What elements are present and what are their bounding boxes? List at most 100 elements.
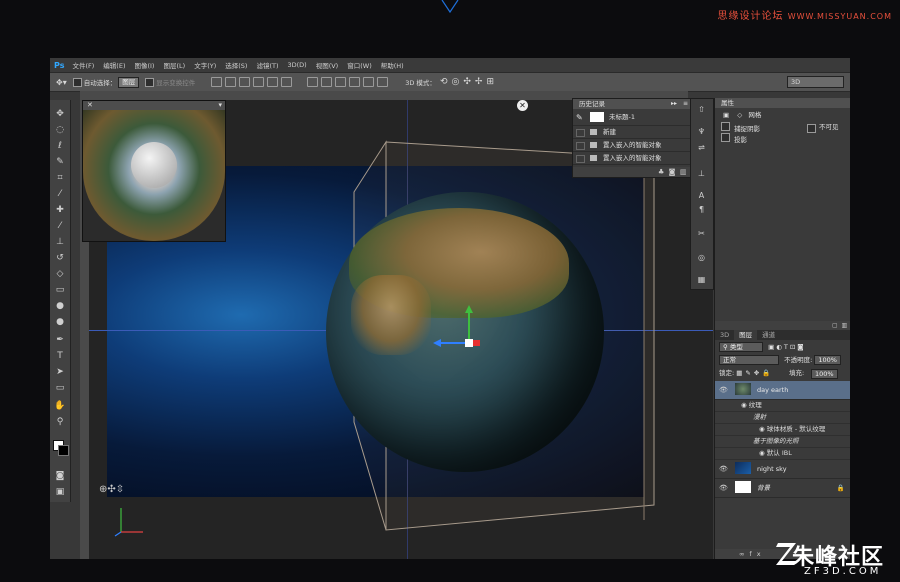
eye-icon[interactable]: ◉	[741, 401, 747, 409]
menu-file[interactable]: 文件(F)	[72, 60, 94, 70]
workspace-dropdown[interactable]: 3D	[787, 76, 844, 88]
menu-3d[interactable]: 3D(D)	[287, 61, 306, 69]
3d-roll-icon[interactable]: ◎	[451, 77, 459, 87]
scene-icon[interactable]: ◇	[737, 111, 742, 119]
healing-tool-icon[interactable]: ✚	[54, 204, 66, 216]
history-brush-icon[interactable]: ↺	[54, 252, 66, 264]
type-tool-icon[interactable]: T	[54, 350, 66, 362]
link-layers-icon[interactable]: ∞	[739, 550, 749, 558]
eye-icon[interactable]: ◉	[759, 425, 765, 433]
history-panel-icon[interactable]: ⇧	[696, 105, 707, 114]
layer-sub-item[interactable]: ◉ 球体材质 - 默认纹理	[715, 424, 850, 436]
render-icon[interactable]: ▢	[832, 322, 838, 329]
eye-icon[interactable]: ◉	[759, 449, 765, 457]
layer-row-day-earth[interactable]: 👁 day earth	[715, 381, 850, 400]
zoom-tool-icon[interactable]: ⚲	[54, 416, 66, 428]
history-source-checkbox[interactable]	[576, 129, 585, 137]
eye-icon[interactable]: 👁	[719, 460, 728, 478]
fx-icon[interactable]: fx	[749, 550, 765, 558]
menu-view[interactable]: 视图(V)	[316, 60, 339, 70]
layer-filter-icons[interactable]: ▣◐T⊡◙	[768, 343, 806, 351]
invisible-checkbox[interactable]	[807, 124, 816, 133]
clone-source-icon[interactable]: ⊥	[696, 169, 707, 178]
menu-window[interactable]: 窗口(W)	[347, 60, 372, 70]
shadow-checkbox[interactable]	[721, 133, 730, 142]
distribute-right-icon[interactable]	[377, 77, 389, 87]
blur-tool-icon[interactable]: ●	[54, 300, 66, 312]
dodge-tool-icon[interactable]: ●	[54, 316, 66, 328]
close-icon[interactable]: ✕	[87, 101, 93, 109]
brush-panel-icon[interactable]: ♆	[696, 127, 707, 136]
show-transform-checkbox[interactable]	[145, 77, 155, 87]
align-hcenter-icon[interactable]	[267, 77, 279, 87]
distribute-hcenter-icon[interactable]	[363, 77, 375, 87]
brush-tool-icon[interactable]: ⁄	[54, 220, 66, 232]
menu-select[interactable]: 选择(S)	[225, 60, 247, 70]
fill-field[interactable]: 100%	[811, 369, 838, 379]
opacity-field[interactable]: 100%	[814, 355, 841, 365]
menu-filter[interactable]: 滤镜(T)	[256, 60, 278, 70]
properties-panel-tab[interactable]: 属性	[715, 98, 850, 108]
character-panel-icon[interactable]: A	[696, 191, 707, 200]
lasso-tool-icon[interactable]: ℓ	[54, 140, 66, 152]
layer-sub-item[interactable]: ◉ 默认 IBL	[715, 448, 850, 460]
auto-select-checkbox[interactable]	[72, 77, 82, 87]
lock-icons[interactable]: ▦✎✥🔒	[736, 369, 773, 377]
distribute-vcenter-icon[interactable]	[321, 77, 333, 87]
adjust-panel-icon[interactable]: ⇌	[696, 143, 707, 152]
shape-tool-icon[interactable]: ▭	[54, 382, 66, 394]
secondary-view-window[interactable]: ✕ ▾	[82, 100, 226, 242]
3d-scale-icon[interactable]: ⊞	[486, 77, 494, 87]
eye-icon[interactable]: 👁	[719, 479, 728, 497]
history-item[interactable]: 新建	[573, 126, 691, 139]
history-source-checkbox[interactable]	[576, 155, 585, 163]
eyedropper-tool-icon[interactable]: ⁄	[54, 188, 66, 200]
move-tool-preset[interactable]: ✥▾	[56, 78, 67, 87]
panel-collapse-icon[interactable]: ▸▸	[671, 99, 677, 109]
auto-select-dropdown[interactable]: 图层	[118, 76, 140, 88]
quick-select-tool-icon[interactable]: ✎	[54, 156, 66, 168]
gradient-tool-icon[interactable]: ▭	[54, 284, 66, 296]
tab-channels[interactable]: 通道	[757, 330, 780, 340]
distribute-bottom-icon[interactable]	[335, 77, 347, 87]
3d-pan-icon[interactable]: ✣	[463, 77, 471, 87]
close-icon[interactable]: ✕	[517, 100, 528, 111]
eraser-tool-icon[interactable]: ◇	[54, 268, 66, 280]
screen-mode-icon[interactable]: ▣	[54, 486, 66, 498]
path-select-icon[interactable]: ➤	[54, 366, 66, 378]
menu-help[interactable]: 帮助(H)	[381, 60, 404, 70]
3d-axis-gizmo[interactable]	[429, 305, 509, 365]
distribute-top-icon[interactable]	[307, 77, 319, 87]
cast-shadow-checkbox[interactable]	[721, 122, 730, 131]
hand-tool-icon[interactable]: ✋	[54, 400, 66, 412]
eye-icon[interactable]: 👁	[719, 381, 728, 399]
trash-icon[interactable]: ▥	[842, 322, 848, 329]
crop-tool-icon[interactable]: ⌗	[54, 172, 66, 184]
align-right-icon[interactable]	[281, 77, 293, 87]
paragraph-panel-icon[interactable]: ¶	[696, 205, 707, 214]
tools-preset-icon[interactable]: ✂	[696, 229, 707, 238]
view-menu-icon[interactable]: ▾	[218, 101, 222, 109]
pen-tool-icon[interactable]: ✒	[54, 334, 66, 346]
history-item[interactable]: 置入嵌入的智能对象	[573, 152, 691, 165]
trash-icon[interactable]: ▥	[680, 168, 687, 176]
menu-type[interactable]: 文字(Y)	[194, 60, 216, 70]
camera-icon[interactable]: ◙	[669, 168, 676, 176]
distribute-left-icon[interactable]	[349, 77, 361, 87]
history-snapshot[interactable]: ✎ 未标题-1	[573, 109, 691, 126]
tab-layers[interactable]: 图层	[734, 330, 758, 340]
panel-menu-icon[interactable]: ≡	[683, 99, 688, 109]
align-top-icon[interactable]	[211, 77, 223, 87]
tab-3d[interactable]: 3D	[715, 330, 734, 340]
align-bottom-icon[interactable]	[239, 77, 251, 87]
menu-layer[interactable]: 图层(L)	[163, 60, 185, 70]
align-vcenter-icon[interactable]	[225, 77, 237, 87]
3d-rotate-icon[interactable]: ⟲	[440, 77, 448, 87]
layer-sub-item[interactable]: 漫射	[715, 412, 850, 424]
layer-sub-item[interactable]: 基于图像的光照	[715, 436, 850, 448]
quick-mask-icon[interactable]: ◙	[54, 470, 66, 482]
menu-image[interactable]: 图像(I)	[134, 60, 154, 70]
background-color-swatch[interactable]	[58, 445, 69, 456]
menu-edit[interactable]: 编辑(E)	[103, 60, 125, 70]
move-tool-icon[interactable]: ✥	[54, 108, 66, 120]
